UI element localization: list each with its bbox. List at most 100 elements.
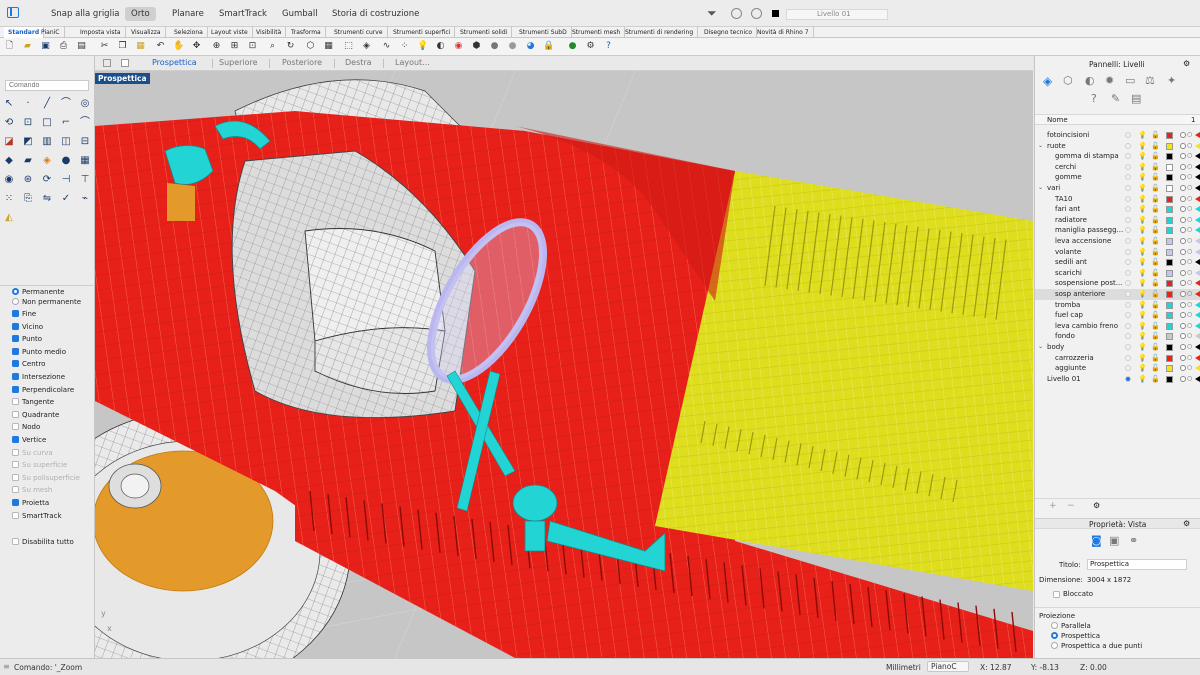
titolo-field[interactable]: Prospettica [1087,559,1187,570]
lightbulb-icon[interactable]: 💡 [1138,374,1147,385]
layer-row[interactable]: gomme 💡 🔓 ○ [1035,172,1200,183]
lock-open-icon[interactable]: 🔓 [1151,236,1160,247]
material-circle-icon[interactable] [1180,248,1186,255]
material-circle-icon[interactable] [1180,142,1186,149]
join-tool-icon[interactable]: ⟳ [41,174,53,186]
linetype-icon[interactable]: ○ [1187,363,1192,374]
print-color-icon[interactable] [1195,259,1200,266]
print-color-icon[interactable] [1195,174,1200,181]
linetype-icon[interactable]: ○ [1187,162,1192,173]
lock-open-icon[interactable]: 🔓 [1151,183,1160,194]
lightbulb-icon[interactable]: 💡 [1138,215,1147,226]
osnap-fine[interactable]: Fine [12,310,36,319]
lightbulb-icon[interactable]: 💡 [1138,331,1147,342]
print-color-icon[interactable] [1195,269,1200,276]
named-view-tab-icon[interactable]: ▭ [1125,74,1135,87]
layer-color-swatch[interactable] [1166,312,1173,320]
lock-open-icon[interactable]: 🔓 [1151,289,1160,300]
tab-visualizza[interactable]: Visualizza [127,27,166,38]
osnap-su-mesh[interactable]: Su mesh [12,486,52,495]
tab-strumenti-subd[interactable]: Strumenti SubD [515,27,572,38]
lock-open-icon[interactable]: 🔓 [1151,374,1160,385]
layer-color-swatch[interactable] [1166,227,1173,235]
chevron-down-icon[interactable]: ⌄ [1038,342,1043,353]
light-icon[interactable]: 💡 [417,41,428,52]
lightbulb-icon[interactable]: 💡 [1138,204,1147,215]
linetype-icon[interactable]: ○ [1187,374,1192,385]
layer-current-dot-icon[interactable] [1125,259,1131,266]
layer-row[interactable]: aggiunte 💡 🔓 ○ [1035,363,1200,374]
point-icon[interactable]: ⁘ [399,41,410,52]
layer-current-dot-icon[interactable] [1125,195,1131,202]
mesh-tool-icon[interactable]: ▦ [79,155,91,167]
lightbulb-icon[interactable]: 💡 [1138,278,1147,289]
linetype-icon[interactable]: ○ [1187,151,1192,162]
layer-row[interactable]: fari ant 💡 🔓 ○ [1035,204,1200,215]
layer-color-swatch[interactable] [1166,216,1173,224]
layer-current-dot-icon[interactable] [1125,163,1131,170]
layer-current-dot-icon[interactable] [1125,238,1131,244]
layer-row[interactable]: volante 💡 🔓 ○ [1035,247,1200,258]
grid-view-icon[interactable] [103,59,111,67]
material-circle-icon[interactable] [1180,354,1186,361]
arc-tool-icon[interactable]: ⌐ [60,117,72,129]
lock-open-icon[interactable]: 🔓 [1151,247,1160,258]
layer-row[interactable]: fotoincisioni 💡 🔓 ○ [1035,130,1200,141]
osnap-perpendicolare[interactable]: Perpendicolare [12,385,74,395]
linetype-icon[interactable]: ○ [1187,204,1192,215]
lock-open-icon[interactable]: 🔓 [1151,310,1160,321]
print-color-icon[interactable] [1195,216,1200,223]
surface-tool-icon[interactable]: ◪ [3,136,15,148]
linetype-icon[interactable]: ○ [1187,278,1192,289]
snap-grid-toggle[interactable]: Snap alla griglia [45,7,126,21]
line-tool-icon[interactable]: ╱ [41,98,53,110]
projection-radio[interactable]: Prospettica a due punti [1051,642,1142,651]
lock-open-icon[interactable]: 🔓 [1151,151,1160,162]
material-circle-icon[interactable] [1180,269,1186,276]
sphere-tool-icon[interactable]: ◉ [3,174,15,186]
torus-tool-icon[interactable]: ⊛ [22,174,34,186]
fillet-tool-icon[interactable]: ● [60,155,72,167]
layer-color-swatch[interactable] [1166,291,1173,298]
lightbulb-icon[interactable]: 💡 [1138,225,1147,236]
print-color-icon[interactable] [1195,163,1200,170]
osnap-tangente[interactable]: Tangente [12,398,54,407]
grid-icon[interactable]: ▦ [323,41,334,52]
zoom-icon[interactable]: ⊕ [211,41,222,52]
current-layer-field[interactable]: Livello 01 [786,9,888,20]
camera-icon[interactable]: ◙ [1091,534,1102,547]
material-circle-icon[interactable] [1180,301,1186,308]
rectangle-tool-icon[interactable]: ⊡ [22,117,34,129]
print-color-icon[interactable] [1195,238,1200,244]
linetype-icon[interactable]: ○ [1187,310,1192,321]
print-color-icon[interactable] [1195,195,1200,202]
print-color-icon[interactable] [1195,301,1200,308]
print-color-icon[interactable] [1195,344,1200,350]
linetype-icon[interactable]: ○ [1187,130,1192,141]
layer-options-icon[interactable]: ⚙ [1093,501,1100,510]
material-circle-icon[interactable] [1180,238,1186,244]
lightbulb-icon[interactable]: 💡 [1138,236,1147,247]
layer-color-swatch[interactable] [1166,269,1173,277]
layer-icon[interactable]: ◈ [361,41,372,52]
viewport-perspective[interactable]: y x Prospettica [95,71,1033,658]
sweep-tool-icon[interactable]: ◫ [60,136,72,148]
lock-open-icon[interactable]: 🔓 [1151,342,1160,353]
curve-tool-icon[interactable]: ⟲ [3,117,15,129]
options-icon[interactable]: ⚙ [585,41,596,52]
help-icon[interactable]: ? [603,41,614,52]
linetype-icon[interactable]: ○ [1187,342,1192,353]
linetype-icon[interactable]: ○ [1187,141,1192,152]
print-color-icon[interactable] [1195,312,1200,319]
print-color-icon[interactable] [1195,153,1200,160]
lock-open-icon[interactable]: 🔓 [1151,268,1160,279]
loft-tool-icon[interactable]: ▥ [41,136,53,148]
layer-row[interactable]: maniglia passegg... 💡 🔓 ○ [1035,225,1200,236]
material-circle-icon[interactable] [1180,344,1186,350]
print-color-icon[interactable] [1195,354,1200,361]
layer-row[interactable]: sosp anteriore 💡 🔓 ○ [1035,289,1200,300]
material-circle-icon[interactable] [1180,163,1186,170]
select-arrow-icon[interactable]: ↖ [3,98,15,110]
layer-color-swatch[interactable] [1166,195,1173,203]
layer-color-swatch[interactable] [1166,185,1173,192]
